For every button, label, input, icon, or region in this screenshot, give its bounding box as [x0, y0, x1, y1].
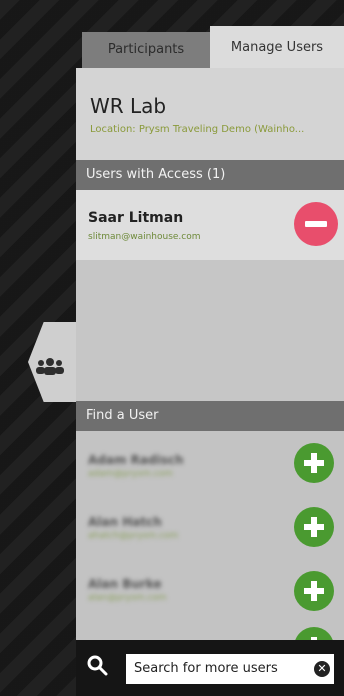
- tab-participants[interactable]: Participants: [82, 32, 210, 68]
- add-user-button[interactable]: [294, 507, 334, 547]
- find-user-header: Find a User: [76, 401, 344, 431]
- add-user-button[interactable]: [294, 627, 334, 641]
- candidate-name: Alan Burke: [88, 577, 162, 591]
- remove-user-button[interactable]: [294, 202, 338, 246]
- tab-manage-users[interactable]: Manage Users: [210, 26, 344, 68]
- candidate-email: alan@prysm.com: [88, 593, 167, 603]
- tab-strip: Participants Manage Users: [82, 26, 344, 68]
- user-name: Saar Litman: [88, 210, 184, 226]
- users-with-access-header: Users with Access (1): [76, 160, 344, 190]
- list-item: Alan Hatch ahatch@prysm.com: [76, 493, 344, 555]
- access-list-empty-area: [76, 260, 344, 401]
- lab-location: Location: Prysm Traveling Demo (Wainho..…: [90, 124, 305, 135]
- find-user-list[interactable]: Adam Radisch adam@prysm.com Alan Hatch a…: [76, 431, 344, 641]
- lab-title: WR Lab: [90, 94, 167, 118]
- candidate-name: Adam Radisch: [88, 453, 184, 467]
- search-icon[interactable]: [86, 654, 108, 676]
- search-input[interactable]: Search for more users: [126, 654, 334, 684]
- candidate-email: ahatch@prysm.com: [88, 531, 179, 541]
- users-icon[interactable]: [34, 356, 66, 376]
- candidate-email: adam@prysm.com: [88, 469, 173, 479]
- minus-icon: [305, 221, 327, 227]
- manage-users-panel: WR Lab Location: Prysm Traveling Demo (W…: [76, 68, 344, 696]
- add-user-button[interactable]: [294, 443, 334, 483]
- candidate-name: Alan Hatch: [88, 515, 162, 529]
- list-item: Alan Burke alan@prysm.com: [76, 555, 344, 617]
- search-bar: Search for more users ✕: [76, 640, 344, 696]
- location-header: WR Lab Location: Prysm Traveling Demo (W…: [76, 68, 344, 160]
- add-user-button[interactable]: [294, 571, 334, 611]
- close-icon[interactable]: ✕: [314, 661, 330, 677]
- list-item: Adam Radisch adam@prysm.com: [76, 431, 344, 493]
- user-email: slitman@wainhouse.com: [88, 232, 201, 242]
- access-user-row: Saar Litman slitman@wainhouse.com: [76, 190, 344, 260]
